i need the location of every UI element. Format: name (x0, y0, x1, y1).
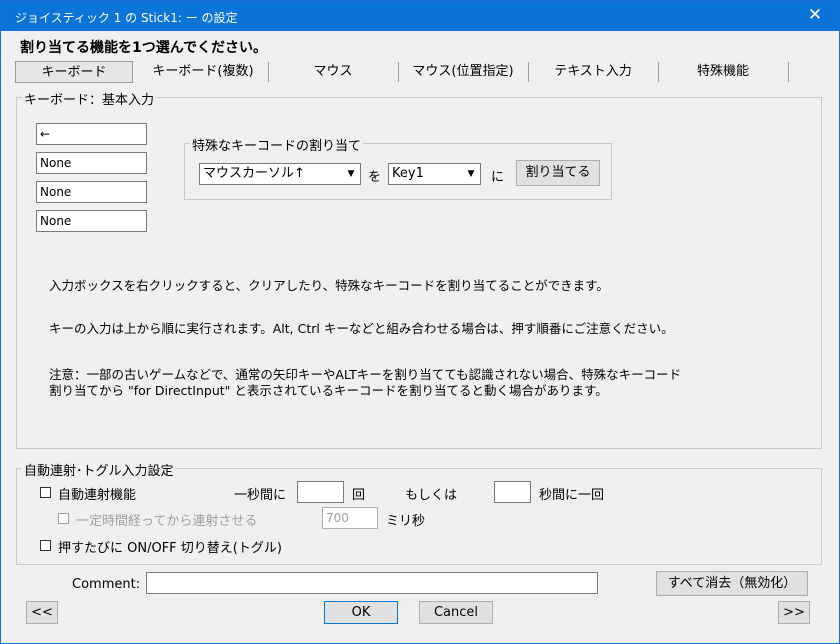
tab-special[interactable]: 特殊機能 (662, 61, 784, 83)
close-icon[interactable]: ✕ (805, 5, 825, 25)
tab-keyboard[interactable]: キーボード (15, 61, 133, 83)
info-note-2: 割り当てから "for DirectInput" と表示されているキーコードを割… (49, 383, 608, 398)
tab-keyboard-multi[interactable]: キーボード(複数) (142, 61, 264, 83)
chevron-down-icon: ▼ (467, 169, 475, 179)
tab-separator (398, 62, 399, 82)
seconds-input[interactable] (494, 481, 531, 503)
delay-input[interactable]: 700 (322, 507, 378, 529)
key-input-2[interactable]: None (36, 152, 147, 174)
or-label: もしくは (405, 488, 458, 503)
wo-label: を (368, 170, 382, 185)
chevron-down-icon: ▼ (347, 169, 355, 179)
autofire-label: 自動連射機能 (58, 488, 137, 503)
info-order: キーの入力は上から順に実行されます。Alt, Ctrl キーなどと組み合わせる場… (49, 321, 674, 336)
autofire-group-label: 自動連射･トグル入力設定 (22, 460, 176, 479)
tab-mouse-position[interactable]: マウス(位置指定) (402, 61, 524, 83)
tab-text-input[interactable]: テキスト入力 (532, 61, 654, 83)
target-select[interactable]: Key1 ▼ (388, 163, 481, 185)
key-input-1[interactable]: ← (36, 123, 147, 145)
tab-separator (528, 62, 529, 82)
tab-separator (658, 62, 659, 82)
title-bar: ジョイスティック 1 の Stick1: ー の設定 ✕ (1, 1, 839, 31)
key-input-4[interactable]: None (36, 210, 147, 232)
delay-checkbox[interactable] (58, 513, 69, 524)
comment-input[interactable] (146, 572, 598, 594)
prompt-text: 割り当てる機能を1つ選んでください。 (20, 40, 268, 56)
tab-separator (268, 62, 269, 82)
clear-all-button[interactable]: すべて消去（無効化） (656, 571, 808, 596)
toggle-label: 押すたびに ON/OFF 切り替え(トグル) (58, 541, 282, 556)
delay-label: 一定時間経ってから連射させる (76, 514, 258, 529)
tab-mouse[interactable]: マウス (272, 61, 394, 83)
source-select-value: マウスカーソル↑ (203, 166, 305, 181)
ok-button[interactable]: OK (324, 601, 398, 624)
source-select[interactable]: マウスカーソル↑ ▼ (199, 163, 361, 185)
key-input-3[interactable]: None (36, 181, 147, 203)
ni-label: に (491, 170, 505, 185)
special-keycode-label: 特殊なキーコードの割り当て (190, 135, 364, 154)
info-right-click: 入力ボックスを右クリックすると、クリアしたり、特殊なキーコードを割り当てることが… (49, 278, 609, 293)
tab-separator (788, 62, 789, 82)
autofire-checkbox[interactable] (40, 487, 51, 498)
seconds-suffix-label: 秒間に一回 (539, 488, 605, 503)
comment-label: Comment: (72, 577, 141, 592)
toggle-checkbox[interactable] (40, 540, 51, 551)
times-label: 回 (352, 488, 366, 503)
ms-label: ミリ秒 (386, 514, 426, 529)
cancel-button[interactable]: Cancel (419, 601, 493, 624)
keyboard-group-label: キーボード：基本入力 (22, 89, 157, 108)
per-second-label: 一秒間に (234, 488, 287, 503)
target-select-value: Key1 (392, 166, 424, 181)
prev-button[interactable]: << (26, 601, 58, 624)
next-button[interactable]: >> (778, 601, 810, 624)
window-title: ジョイスティック 1 の Stick1: ー の設定 (15, 11, 238, 25)
assign-button[interactable]: 割り当てる (516, 160, 600, 186)
per-second-input[interactable] (297, 481, 344, 503)
